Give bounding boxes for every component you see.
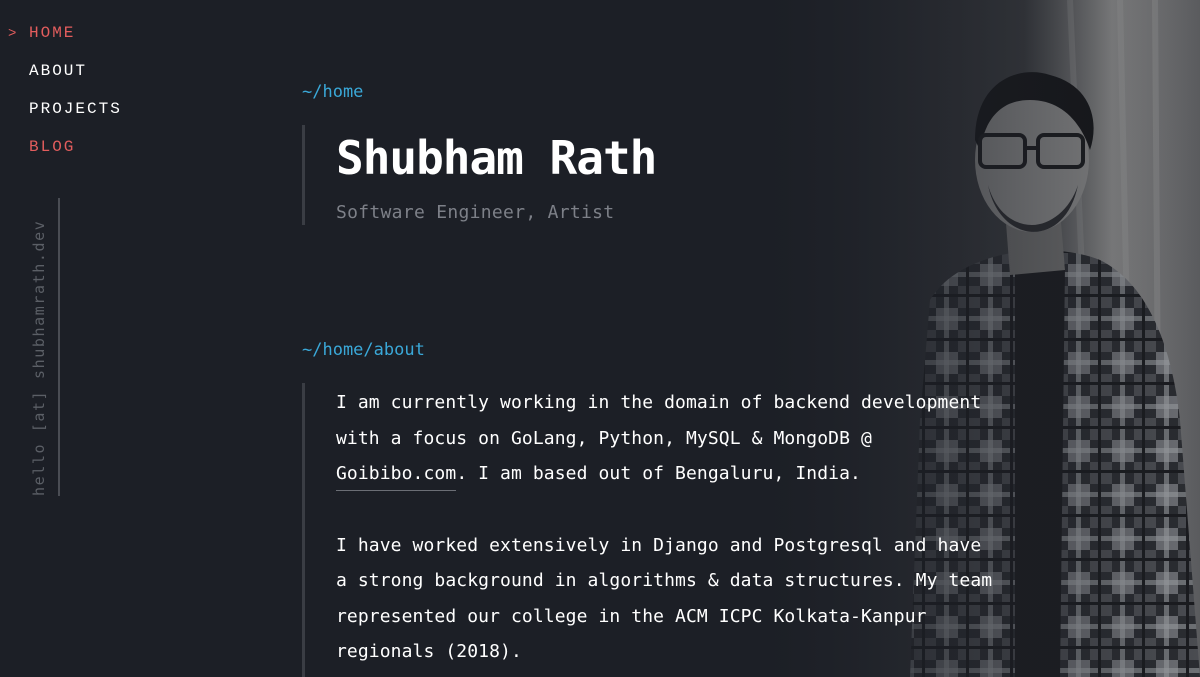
about-section-bar (302, 383, 305, 677)
nav-home-link[interactable]: > HOME (8, 22, 122, 60)
about-text: I am currently working in the domain of … (336, 385, 1056, 677)
nav-projects-link[interactable]: PROJECTS (8, 98, 122, 136)
about-path: ~/home/about (302, 340, 425, 360)
goibibo-link[interactable]: Goibibo.com (336, 463, 457, 491)
active-caret-indicator: > (8, 26, 19, 42)
nav-home-label: HOME (29, 24, 76, 42)
nav-about-label: ABOUT (29, 62, 88, 80)
about-paragraph-1: I am currently working in the domain of … (336, 385, 1056, 492)
nav-blog-link[interactable]: BLOG (8, 136, 122, 174)
nav-about-link[interactable]: ABOUT (8, 60, 122, 98)
home-path: ~/home (302, 82, 364, 102)
email-contact: hello [at] shubhamrath.dev (24, 198, 60, 496)
email-text[interactable]: hello [at] shubhamrath.dev (30, 220, 48, 496)
page: > HOME ABOUT PROJECTS BLOG hello [at] shu… (0, 0, 1200, 677)
page-title: Shubham Rath (336, 131, 657, 185)
home-section-bar (302, 125, 305, 225)
main-nav: > HOME ABOUT PROJECTS BLOG (8, 22, 122, 174)
about-paragraph-2: I have worked extensively in Django and … (336, 534, 993, 663)
page-subtitle: Software Engineer, Artist (336, 202, 615, 223)
email-divider (58, 198, 60, 496)
nav-projects-label: PROJECTS (29, 100, 122, 118)
nav-blog-label: BLOG (29, 138, 76, 156)
